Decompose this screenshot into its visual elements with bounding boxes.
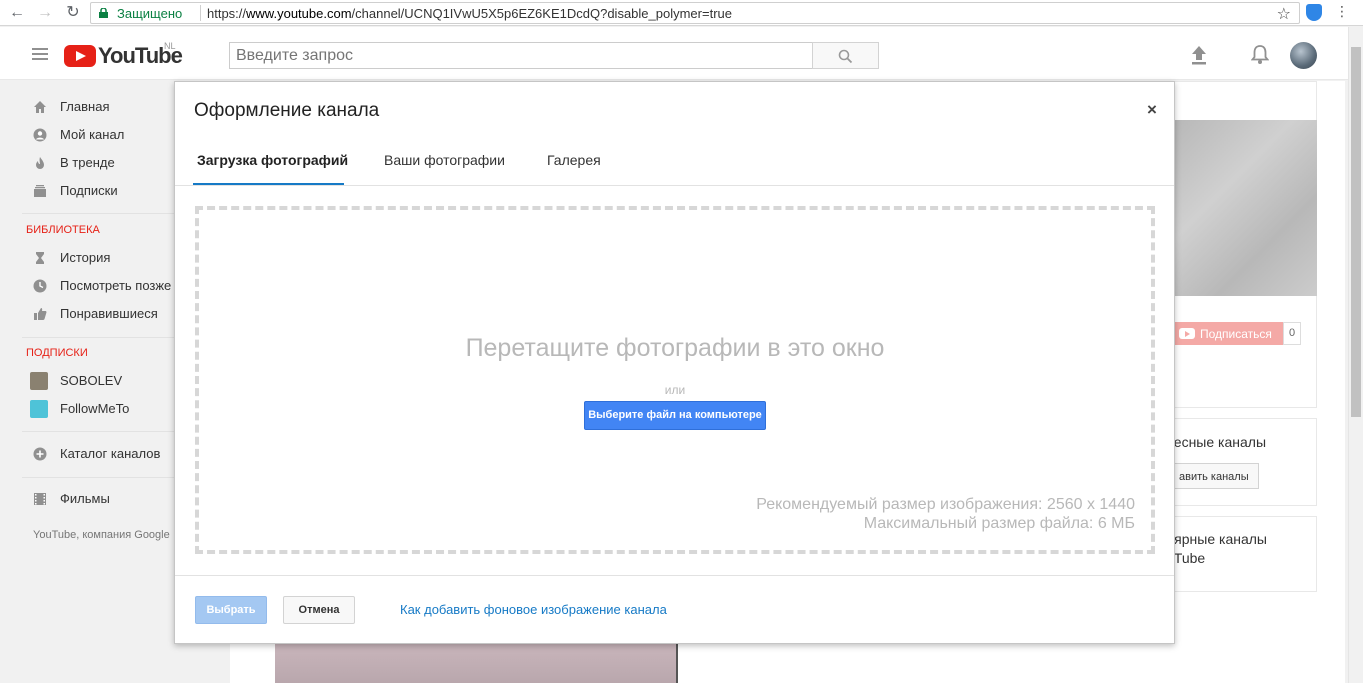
choose-file-button[interactable]: Выберите файл на компьютере xyxy=(584,401,766,430)
drop-zone-or: или xyxy=(664,383,686,397)
plus-circle-icon xyxy=(33,447,47,461)
secure-label: Защищено xyxy=(117,6,183,21)
subscriptions-heading[interactable]: ПОДПИСКИ xyxy=(26,347,88,359)
url-path: /channel/UCNQ1IVwU5X5p6EZ6KE1DcdQ?disabl… xyxy=(351,6,732,21)
back-arrow-icon[interactable]: ← xyxy=(6,2,28,24)
search-button[interactable] xyxy=(812,42,879,69)
interesting-channels-card xyxy=(1160,418,1317,506)
channel-art-dialog: Оформление канала × Загрузка фотографий … xyxy=(174,81,1175,644)
sidebar-divider xyxy=(22,477,175,478)
max-file-size-hint: Максимальный размер файла: 6 МБ xyxy=(863,515,1135,532)
youtube-play-icon xyxy=(64,45,96,67)
subscribe-label: Подписаться xyxy=(1200,327,1272,341)
sidebar-divider xyxy=(22,337,175,338)
sidebar-item-label: История xyxy=(60,250,111,265)
flame-icon xyxy=(36,157,44,169)
footer-divider xyxy=(175,575,1174,576)
logo-region: NL xyxy=(164,41,176,51)
recommended-size-hint: Рекомендуемый размер изображения: 2560 x… xyxy=(756,496,1135,513)
hourglass-icon xyxy=(36,252,44,264)
tab-gallery[interactable]: Галерея xyxy=(547,152,601,168)
photo-drop-zone[interactable]: Перетащите фотографии в это окно или Выб… xyxy=(195,206,1155,554)
sidebar-item-label: Главная xyxy=(60,99,110,114)
bookmark-star-icon[interactable]: ☆ xyxy=(1277,4,1291,24)
url-text: https://www.youtube.com/channel/UCNQ1IVw… xyxy=(207,6,732,21)
forward-arrow-icon[interactable]: → xyxy=(34,2,56,24)
sidebar-footer: YouTube, компания Google xyxy=(33,529,170,541)
scrollbar-thumb[interactable] xyxy=(1351,47,1361,417)
user-avatar[interactable] xyxy=(1290,42,1317,69)
sidebar-item-label: SOBOLEV xyxy=(60,373,123,388)
add-channels-label: авить каналы xyxy=(1179,471,1249,483)
search-icon xyxy=(838,49,853,64)
subscribe-button[interactable]: Подписаться xyxy=(1175,322,1283,345)
search-field[interactable] xyxy=(229,42,813,69)
page-scrollbar[interactable] xyxy=(1348,27,1363,683)
reload-icon[interactable]: ↻ xyxy=(62,2,84,24)
select-button[interactable]: Выбрать xyxy=(195,596,267,624)
film-icon xyxy=(34,493,46,505)
drop-zone-title: Перетащите фотографии в это окно xyxy=(465,334,885,362)
video-thumbnail[interactable] xyxy=(275,644,678,683)
extension-shield-icon[interactable] xyxy=(1306,4,1322,21)
hamburger-menu-icon[interactable] xyxy=(32,48,48,60)
tabs-divider xyxy=(175,185,1174,186)
sidebar-item-label: Мой канал xyxy=(60,127,125,142)
url-host: www.youtube.com xyxy=(246,6,352,21)
channel-avatar xyxy=(30,372,48,390)
sidebar-divider xyxy=(22,431,175,432)
tab-upload-photos[interactable]: Загрузка фотографий xyxy=(197,152,348,168)
sidebar-divider xyxy=(22,213,175,214)
subscriber-count: 0 xyxy=(1283,322,1301,345)
library-heading[interactable]: БИБЛИОТЕКА xyxy=(26,224,100,236)
youtube-header: YouTube NL xyxy=(0,27,1363,80)
sidebar-item-label: Фильмы xyxy=(60,491,110,506)
clock-icon xyxy=(33,279,47,293)
sidebar-item-label: Подписки xyxy=(60,183,118,198)
upload-icon[interactable] xyxy=(1190,45,1208,65)
help-link[interactable]: Как добавить фоновое изображение канала xyxy=(400,602,667,617)
cancel-button[interactable]: Отмена xyxy=(283,596,355,624)
sidebar-item-label: FollowMeTo xyxy=(60,401,130,416)
channel-banner xyxy=(1160,120,1317,296)
tab-your-photos[interactable]: Ваши фотографии xyxy=(384,152,505,168)
youtube-logo[interactable]: YouTube NL xyxy=(64,41,183,69)
search-input[interactable] xyxy=(230,43,812,68)
close-icon[interactable]: × xyxy=(1147,100,1157,120)
address-bar[interactable]: Защищено https://www.youtube.com/channel… xyxy=(90,2,1300,24)
sidebar-item-label: Каталог каналов xyxy=(60,446,161,461)
popular-channels-title-line1: лярные каналы xyxy=(1166,531,1267,547)
sidebar-item-label: Посмотреть позже xyxy=(60,278,172,293)
url-scheme: https:// xyxy=(207,6,247,21)
sidebar-item-label: Понравившиеся xyxy=(60,306,158,321)
url-separator xyxy=(200,5,201,21)
dialog-title: Оформление канала xyxy=(194,100,380,121)
guide-sidebar: Главная Мой канал В тренде Подписки БИБЛ… xyxy=(0,81,175,683)
lock-icon xyxy=(99,8,108,18)
thumbs-up-icon xyxy=(34,308,47,320)
interesting-channels-title: ресные каналы xyxy=(1166,434,1267,450)
notifications-bell-icon[interactable] xyxy=(1251,44,1269,65)
home-icon xyxy=(34,101,46,113)
browser-toolbar: ← → ↻ Защищено https://www.youtube.com/c… xyxy=(0,0,1363,26)
person-icon xyxy=(33,128,47,142)
subscriptions-icon xyxy=(34,185,46,197)
browser-menu-icon[interactable]: ⋮ xyxy=(1335,3,1349,20)
channel-avatar xyxy=(30,400,48,418)
sidebar-item-label: В тренде xyxy=(60,155,115,170)
youtube-play-icon xyxy=(1179,328,1195,339)
